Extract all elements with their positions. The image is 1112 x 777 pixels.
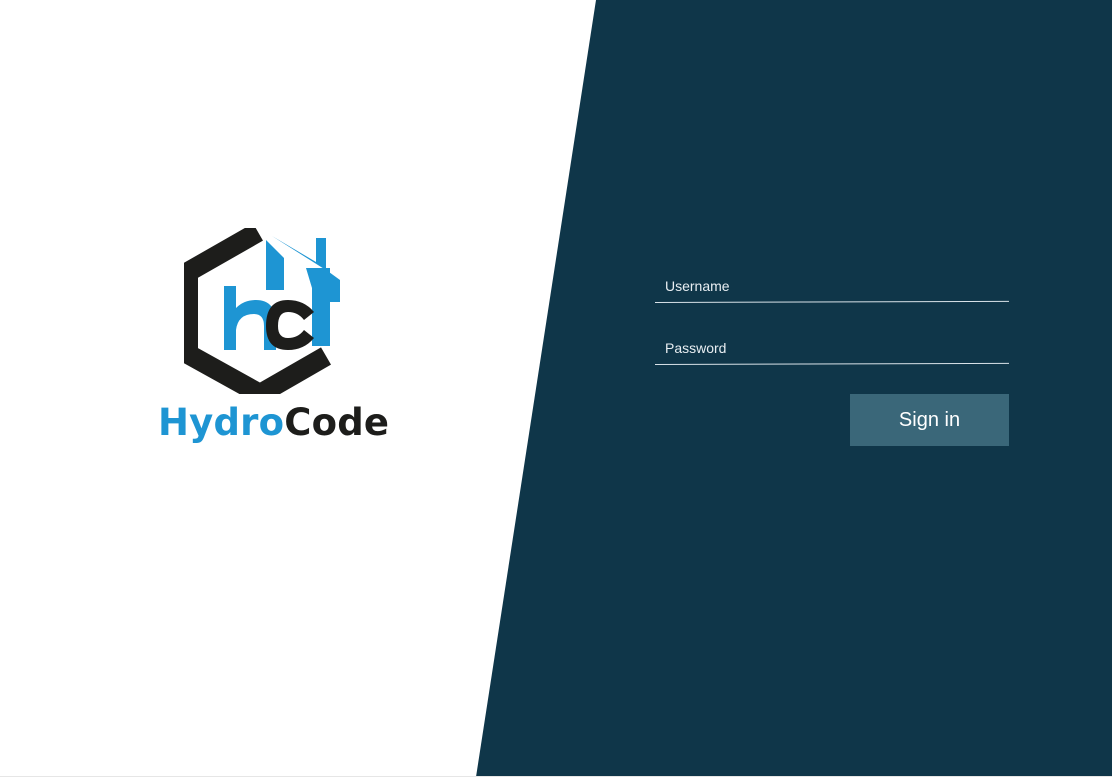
- brand-block: HydroCode: [140, 224, 395, 454]
- brand-name-code: Code: [284, 401, 390, 444]
- login-screen: HydroCode Sign in: [0, 0, 1112, 777]
- password-input[interactable]: [655, 332, 1009, 364]
- password-underline: [654, 362, 1009, 365]
- password-field-wrapper: [654, 332, 1009, 366]
- username-input[interactable]: [655, 270, 1009, 302]
- login-form: Sign in: [654, 270, 1009, 448]
- username-underline: [654, 300, 1009, 303]
- username-field-wrapper: [654, 270, 1009, 304]
- sign-in-button[interactable]: Sign in: [850, 394, 1009, 446]
- submit-row: Sign in: [655, 394, 1009, 448]
- hydrocode-logo-icon: [184, 228, 340, 394]
- brand-name-hydro: Hydro: [158, 401, 285, 444]
- brand-wordmark: HydroCode: [158, 404, 389, 441]
